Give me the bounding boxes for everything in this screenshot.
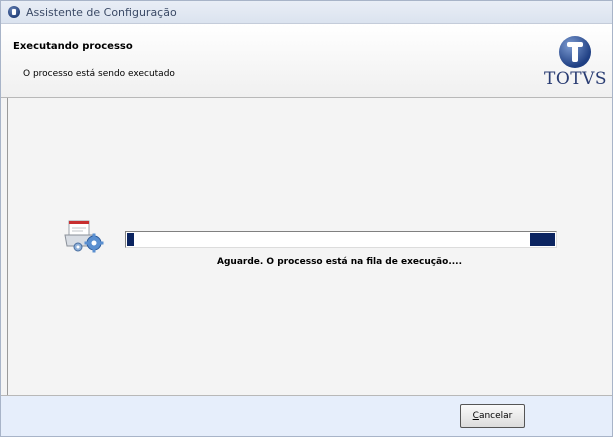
app-icon (8, 6, 20, 18)
cancel-label: ancelar (478, 411, 513, 421)
progress-fill-left (127, 233, 134, 246)
totvs-logo: TOTVS (544, 36, 608, 94)
wizard-footer: Cancelar (1, 396, 612, 436)
totvs-logo-icon (559, 36, 591, 68)
wizard-body: Aguarde. O processo está na fila de exec… (1, 98, 612, 396)
left-divider (7, 98, 8, 395)
progress-fill-right (530, 233, 555, 246)
step-description: O processo está sendo executado (23, 69, 175, 79)
process-gear-icon (63, 219, 105, 253)
cancel-button[interactable]: Cancelar (460, 404, 525, 428)
step-title: Executando processo (13, 41, 133, 52)
window-title: Assistente de Configuração (26, 5, 177, 19)
progress-message: Aguarde. O processo está na fila de exec… (217, 257, 462, 267)
wizard-header: Executando processo O processo está send… (1, 24, 612, 98)
setup-wizard-window: Assistente de Configuração Executando pr… (0, 0, 613, 437)
totvs-logo-text: TOTVS (544, 69, 608, 89)
progress-bar (125, 231, 557, 248)
title-bar[interactable]: Assistente de Configuração (1, 1, 612, 24)
